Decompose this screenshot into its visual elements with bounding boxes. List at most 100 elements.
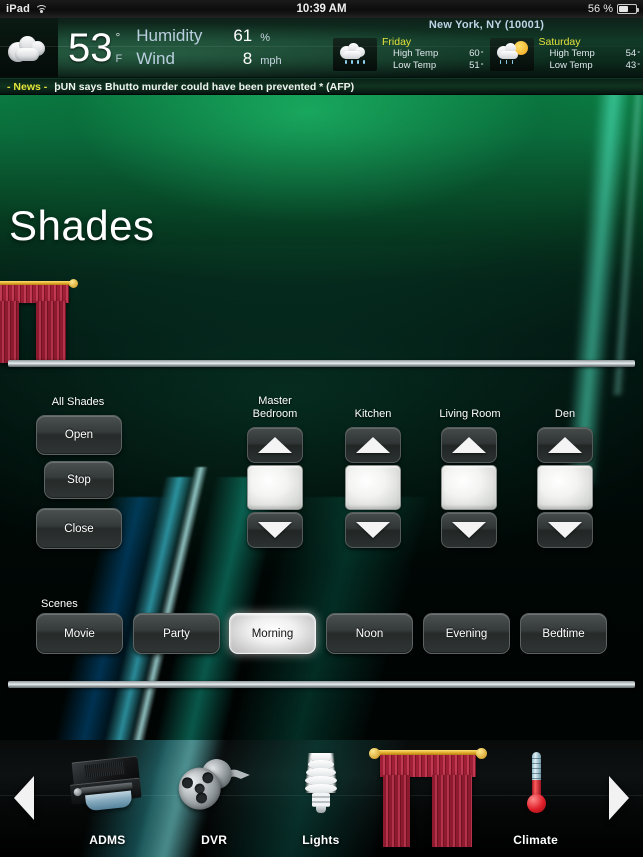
forecast-low-row: Low Temp 51 ° — [382, 60, 484, 72]
shade-up-button-den[interactable] — [537, 427, 593, 463]
wind-unit: mph — [260, 55, 282, 67]
shade-position-panel-living-room[interactable] — [441, 465, 497, 510]
nav-item-dvr[interactable]: DVR — [161, 740, 268, 857]
humidity-row: Humidity 61 % — [136, 26, 281, 46]
room-label-master-bedroom: Master Bedroom — [236, 395, 314, 421]
shade-stepper-den — [537, 427, 593, 548]
room-label-living-room: Living Room — [428, 408, 512, 421]
chevron-left-icon[interactable] — [14, 776, 34, 820]
nav-item-lights[interactable]: Lights — [268, 740, 375, 857]
shade-down-button-living-room[interactable] — [441, 512, 497, 548]
high-temp-value: 60 — [469, 48, 480, 59]
all-shades-open-button[interactable]: Open — [36, 415, 122, 455]
room-label-line1: Den — [554, 408, 576, 420]
shade-position-panel-master-bedroom[interactable] — [247, 465, 303, 510]
scene-button-noon[interactable]: Noon — [326, 613, 413, 654]
shade-stepper-living-room — [441, 427, 497, 548]
degree-symbol: ° — [637, 63, 640, 70]
forecast-day-info: Friday High Temp 60 ° Low Temp 51 ° — [382, 36, 484, 72]
shade-position-panel-kitchen[interactable] — [345, 465, 401, 510]
forecast-panel: New York, NY (10001) Friday High Temp 60… — [330, 18, 643, 77]
nav-label-climate: Climate — [513, 833, 558, 847]
film-reel-icon — [174, 748, 251, 820]
room-label-den: Den — [526, 408, 604, 421]
forecast-high-row: High Temp 60 ° — [382, 48, 484, 60]
battery-icon — [617, 4, 639, 14]
arrow-down-icon — [356, 522, 390, 538]
temperature-units: ° F — [116, 28, 123, 68]
high-temp-value: 54 — [625, 48, 637, 59]
temperature-unit: F — [115, 52, 123, 65]
scene-button-evening[interactable]: Evening — [423, 613, 510, 654]
forecast-low-row: Low Temp 43 ° — [539, 60, 641, 72]
arrow-down-icon — [258, 522, 292, 538]
all-shades-stop-button[interactable]: Stop — [44, 461, 114, 499]
divider-top — [8, 360, 635, 367]
bottom-navigation-bar: ADMS DVR Lights Climate — [0, 740, 643, 857]
shade-position-panel-den[interactable] — [537, 465, 593, 510]
divider-bottom — [8, 681, 635, 688]
scene-button-bedtime[interactable]: Bedtime — [520, 613, 607, 654]
forecast-day-name: Friday — [382, 36, 412, 48]
nav-items: ADMS DVR Lights Climate — [54, 740, 589, 857]
background-light-beam-thin — [611, 95, 643, 395]
curtain-icon — [0, 279, 78, 371]
shade-down-button-master-bedroom[interactable] — [247, 512, 303, 548]
shade-up-button-kitchen[interactable] — [345, 427, 401, 463]
battery-percent-label: 56 % — [587, 3, 613, 15]
low-temp-value: 43 — [625, 60, 637, 71]
degree-symbol: ° — [480, 51, 484, 58]
scene-button-movie[interactable]: Movie — [36, 613, 123, 654]
nav-label-adms: ADMS — [89, 833, 126, 847]
high-temp-label: High Temp — [393, 48, 439, 59]
forecast-high-row: High Temp 54 ° — [539, 48, 641, 60]
news-headline: þUN says Bhutto murder could have been p… — [54, 80, 355, 93]
shade-up-button-living-room[interactable] — [441, 427, 497, 463]
status-bar-clock: 10:39 AM — [296, 3, 347, 15]
scenes-label: Scenes — [41, 598, 78, 610]
current-weather-icon-wrap — [0, 18, 58, 77]
low-temp-label: Low Temp — [393, 60, 437, 71]
shade-stepper-kitchen — [345, 427, 401, 548]
scene-button-morning[interactable]: Morning — [229, 613, 316, 654]
weather-location: New York, NY (10001) — [428, 19, 545, 31]
room-label-line1: Living Room — [439, 408, 501, 420]
shade-up-button-master-bedroom[interactable] — [247, 427, 303, 463]
degree-symbol: ° — [480, 63, 484, 70]
light-bulb-icon — [301, 748, 341, 820]
weather-bar: 53 ° F Humidity 61 % Wind 8 mph New York… — [0, 18, 643, 78]
nav-label-lights: Lights — [302, 833, 340, 847]
low-temp-value: 51 — [469, 60, 480, 71]
degree-symbol: ° — [637, 51, 640, 58]
nav-item-shades[interactable] — [369, 740, 488, 857]
arrow-up-icon — [356, 437, 390, 453]
wind-row: Wind 8 mph — [136, 49, 281, 69]
page-title: Shades — [9, 202, 155, 249]
ios-status-bar: iPad 10:39 AM 56 % — [0, 0, 643, 18]
forecast-day-info: Saturday High Temp 54 ° Low Temp 43 ° — [539, 36, 641, 72]
shade-stepper-master-bedroom — [247, 427, 303, 548]
shade-down-button-kitchen[interactable] — [345, 512, 401, 548]
shade-down-button-den[interactable] — [537, 512, 593, 548]
status-bar-right: 56 % — [587, 3, 639, 15]
room-label-line2: Bedroom — [252, 408, 298, 420]
forecast-day-name: Saturday — [538, 36, 581, 48]
chevron-right-icon[interactable] — [609, 776, 629, 820]
news-ticker[interactable]: - News - þUN says Bhutto murder could ha… — [0, 78, 643, 95]
background-glow-top — [0, 95, 643, 285]
rain-cloud-icon — [333, 37, 377, 71]
humidity-unit: % — [260, 32, 271, 44]
ipad-screen: iPad 10:39 AM 56 % 53 ° F Humidity 61 % … — [0, 0, 643, 857]
arrow-up-icon — [258, 437, 292, 453]
forecast-days: Friday High Temp 60 ° Low Temp 51 ° Satu… — [330, 31, 643, 77]
all-shades-close-button[interactable]: Close — [36, 508, 122, 549]
cloudy-icon — [6, 33, 52, 63]
nav-item-adms[interactable]: ADMS — [54, 740, 161, 857]
shades-page: Shades All Shades Open Stop Close Master… — [0, 95, 643, 857]
forecast-day: Friday High Temp 60 ° Low Temp 51 ° — [330, 31, 487, 77]
scene-button-party[interactable]: Party — [133, 613, 220, 654]
arrow-down-icon — [548, 522, 582, 538]
sun-cloud-rain-icon — [489, 37, 534, 71]
nav-item-climate[interactable]: Climate — [482, 740, 589, 857]
media-player-icon — [70, 748, 144, 820]
